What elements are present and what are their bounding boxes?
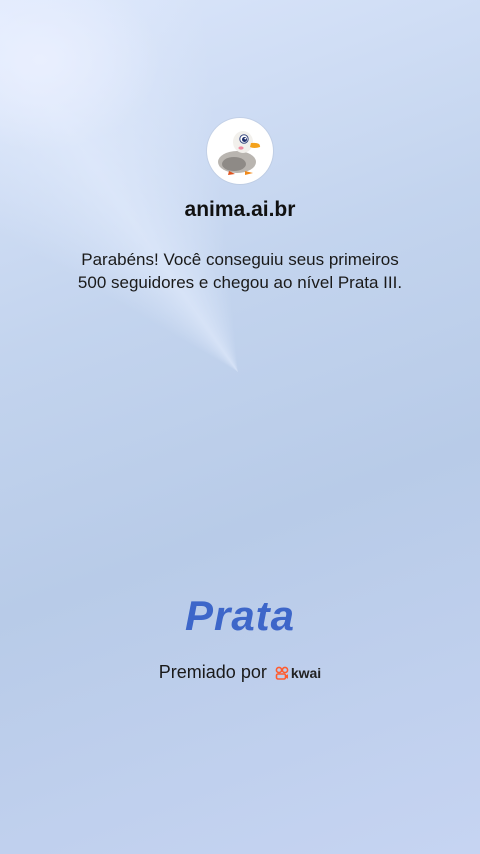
- awarded-by-label: Premiado por: [158, 662, 267, 682]
- message-line-2: 500 seguidores e chegou ao nível Prata I…: [77, 273, 403, 292]
- kwai-brand: kwai: [275, 665, 321, 681]
- level-title: Prata: [184, 592, 296, 639]
- duck-avatar-icon: [218, 131, 261, 175]
- username: anima.ai.br: [184, 198, 296, 221]
- message-line-1: Parabéns! Você conseguiu seus primeiros: [81, 250, 399, 269]
- kwai-logo-icon: [275, 666, 289, 680]
- congratulations-message: Parabéns! Você conseguiu seus primeiros …: [60, 248, 420, 294]
- kwai-brand-name: kwai: [290, 664, 322, 681]
- profile-avatar[interactable]: [207, 118, 273, 184]
- awarded-by: Premiado por kwai: [0, 662, 480, 683]
